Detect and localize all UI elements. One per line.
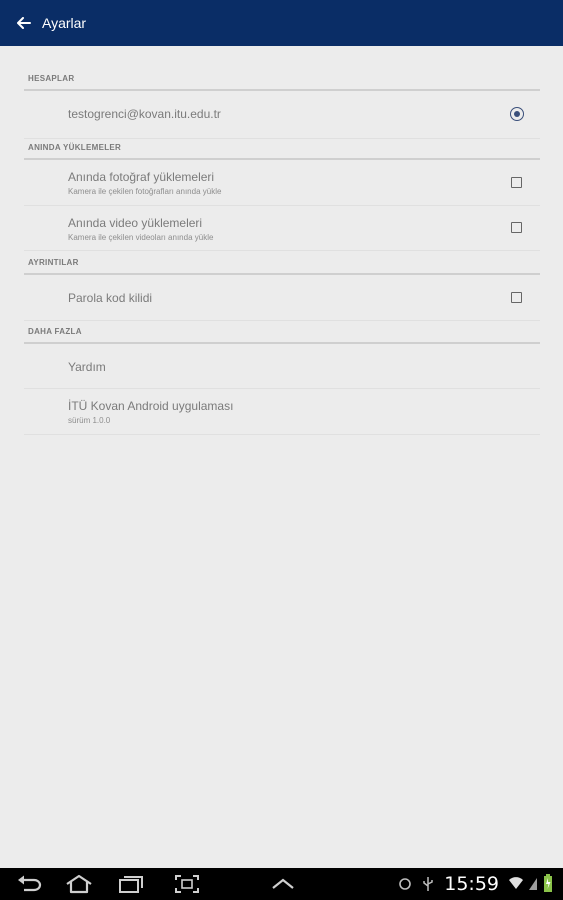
account-row[interactable]: testogrenci@kovan.itu.edu.tr: [24, 93, 540, 139]
wifi-icon: [509, 877, 523, 889]
arrow-left-icon: [17, 17, 31, 29]
back-button[interactable]: [6, 0, 42, 46]
help-row[interactable]: Yardım: [24, 346, 540, 389]
home-icon[interactable]: [64, 874, 94, 894]
section-header-details: AYRINTILAR: [24, 258, 540, 275]
chevron-up-icon[interactable]: [270, 874, 296, 894]
about-version: sürüm 1.0.0: [68, 416, 111, 425]
video-uploads-row[interactable]: Anında video yüklemeleri Kamera ile çeki…: [24, 207, 540, 251]
section-header-instant-uploads: ANINDA YÜKLEMELER: [24, 143, 540, 160]
passcode-checkbox[interactable]: [511, 292, 522, 303]
usb-icon: [423, 877, 433, 891]
battery-icon: [544, 874, 552, 892]
passcode-title: Parola kod kilidi: [68, 291, 153, 305]
section-header-more: DAHA FAZLA: [24, 327, 540, 344]
page-title: Ayarlar: [42, 15, 87, 31]
account-email: testogrenci@kovan.itu.edu.tr: [68, 107, 221, 121]
section-header-accounts: HESAPLAR: [24, 74, 540, 91]
photo-uploads-checkbox[interactable]: [511, 177, 522, 188]
signal-icon: [529, 878, 537, 890]
system-navigation-bar: 15:59: [0, 868, 563, 900]
about-title: İTÜ Kovan Android uygulaması: [68, 399, 234, 413]
about-row[interactable]: İTÜ Kovan Android uygulaması sürüm 1.0.0: [24, 390, 540, 435]
screenshot-icon[interactable]: [174, 874, 200, 894]
help-title: Yardım: [68, 360, 106, 374]
photo-uploads-row[interactable]: Anında fotoğraf yüklemeleri Kamera ile ç…: [24, 162, 540, 206]
recent-apps-icon[interactable]: [118, 874, 146, 894]
clock: 15:59: [444, 873, 499, 895]
back-icon[interactable]: [16, 874, 42, 894]
photo-uploads-subtitle: Kamera ile çekilen fotoğrafları anında y…: [68, 187, 222, 196]
passcode-row[interactable]: Parola kod kilidi: [24, 277, 540, 321]
photo-uploads-title: Anında fotoğraf yüklemeleri: [68, 170, 215, 184]
video-uploads-subtitle: Kamera ile çekilen videoları anında yükl…: [68, 233, 214, 242]
video-uploads-title: Anında video yüklemeleri: [68, 216, 203, 230]
video-uploads-checkbox[interactable]: [511, 222, 522, 233]
account-radio[interactable]: [510, 107, 524, 121]
circle-status-icon: [399, 878, 411, 890]
app-bar: Ayarlar: [0, 0, 563, 46]
